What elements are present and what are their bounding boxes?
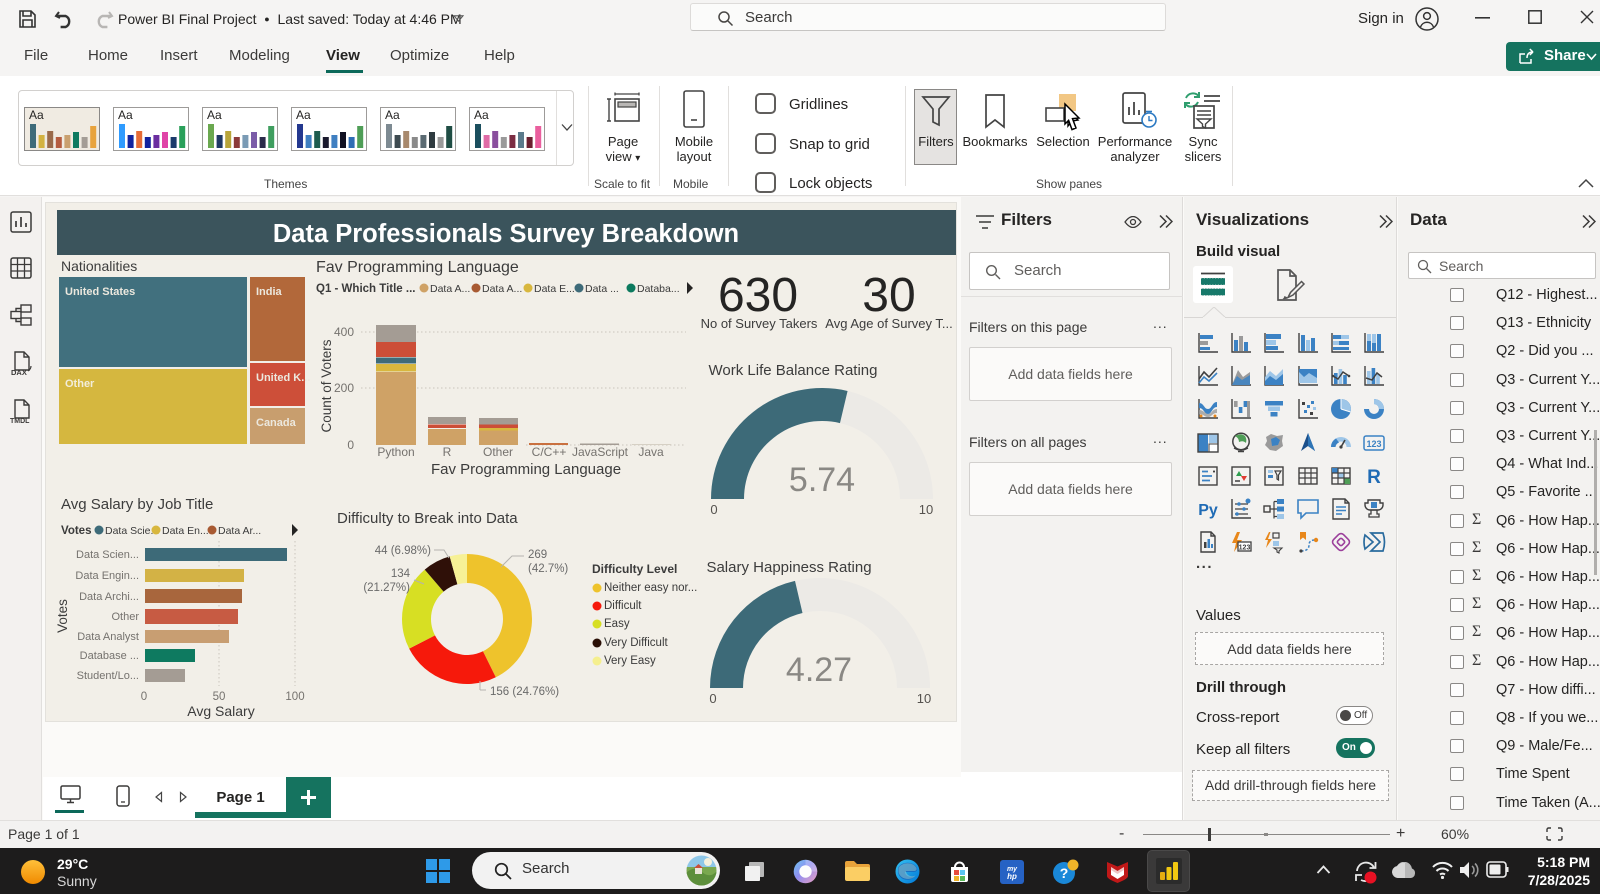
svg-text:134: 134	[391, 568, 411, 580]
svg-text:hp: hp	[1007, 872, 1017, 881]
svg-text:Nationalities: Nationalities	[61, 258, 137, 274]
svg-text:United K...: United K...	[256, 372, 310, 384]
svg-text:Other: Other	[111, 611, 139, 623]
svg-text:Student/Lo...: Student/Lo...	[77, 670, 139, 682]
svg-text:0: 0	[347, 438, 354, 452]
svg-text:Py: Py	[1198, 502, 1218, 519]
svg-text:Data Archi...: Data Archi...	[79, 591, 139, 603]
svg-text:Avg Age of Survey T...: Avg Age of Survey T...	[825, 316, 952, 331]
svg-text:United States: United States	[65, 286, 135, 298]
svg-text:Very Easy: Very Easy	[604, 655, 656, 667]
svg-text:Java: Java	[638, 445, 664, 459]
svg-text:Difficulty Level: Difficulty Level	[592, 562, 677, 576]
svg-text:200: 200	[334, 381, 354, 395]
svg-text:Count of Voters: Count of Voters	[319, 339, 334, 432]
svg-text:Difficult: Difficult	[604, 600, 642, 612]
svg-text:Other: Other	[65, 378, 95, 390]
svg-text:India: India	[256, 286, 283, 298]
svg-text:Q1 - Which Title ...: Q1 - Which Title ...	[316, 283, 415, 295]
svg-text:630: 630	[718, 269, 798, 322]
svg-text:Data ...: Data ...	[585, 283, 619, 295]
svg-text:Data Professionals Survey Brea: Data Professionals Survey Breakdown	[273, 220, 739, 248]
svg-text:156 (24.76%): 156 (24.76%)	[490, 686, 559, 698]
svg-text:C/C++: C/C++	[532, 445, 567, 459]
svg-text:0: 0	[710, 502, 717, 517]
svg-text:4.27: 4.27	[786, 651, 852, 689]
svg-text:Data E...: Data E...	[534, 283, 575, 295]
svg-text:JavaScript: JavaScript	[572, 445, 629, 459]
svg-text:Easy: Easy	[604, 618, 630, 630]
svg-text:50: 50	[213, 691, 226, 703]
svg-text:TMDL: TMDL	[10, 418, 30, 425]
svg-text:100: 100	[285, 691, 304, 703]
svg-text:(42.7%): (42.7%)	[528, 563, 568, 575]
svg-text:Very Difficult: Very Difficult	[604, 637, 669, 649]
svg-text:Neither easy nor...: Neither easy nor...	[604, 582, 697, 594]
svg-text:Data Ar...: Data Ar...	[218, 525, 261, 537]
svg-text:Python: Python	[377, 445, 414, 459]
svg-text:Database ...: Database ...	[80, 650, 139, 662]
svg-text:5.74: 5.74	[789, 461, 855, 499]
svg-text:R: R	[443, 445, 452, 459]
svg-text:Avg Salary: Avg Salary	[187, 703, 254, 719]
svg-text:(21.27%): (21.27%)	[363, 582, 410, 594]
svg-text:Data A...: Data A...	[482, 283, 522, 295]
svg-text:Other: Other	[483, 445, 513, 459]
svg-text:269: 269	[528, 549, 547, 561]
svg-text:Avg Salary by Job Title: Avg Salary by Job Title	[61, 496, 213, 513]
svg-text:Data A...: Data A...	[430, 283, 470, 295]
svg-text:Work Life Balance Rating: Work Life Balance Rating	[709, 362, 878, 379]
svg-text:10: 10	[919, 502, 933, 517]
svg-text:10: 10	[917, 691, 931, 706]
svg-text:Data En...: Data En...	[162, 525, 209, 537]
svg-text:Data Scien...: Data Scien...	[76, 549, 139, 561]
svg-text:Fav Programming Language: Fav Programming Language	[431, 461, 621, 478]
svg-text:Fav Programming Language: Fav Programming Language	[316, 259, 519, 276]
svg-text:Data Analyst: Data Analyst	[77, 631, 139, 643]
svg-text:Data Engin...: Data Engin...	[75, 570, 139, 582]
svg-text:30: 30	[862, 269, 915, 322]
svg-text:0: 0	[141, 691, 147, 703]
svg-text:Difficulty to Break into Data: Difficulty to Break into Data	[337, 510, 518, 527]
svg-text:44 (6.98%): 44 (6.98%)	[375, 545, 431, 557]
svg-text:123: 123	[1239, 545, 1251, 552]
svg-text:Data Scie...: Data Scie...	[105, 525, 159, 537]
svg-text:DAX: DAX	[11, 368, 27, 377]
svg-text:R: R	[1367, 467, 1381, 488]
svg-text:No of Survey Takers: No of Survey Takers	[701, 316, 818, 331]
svg-text:Votes: Votes	[61, 525, 91, 537]
svg-text:?: ?	[1060, 865, 1069, 881]
svg-text:Salary Happiness Rating: Salary Happiness Rating	[706, 559, 871, 576]
svg-text:Databa...: Databa...	[637, 283, 680, 295]
svg-text:123: 123	[1366, 439, 1381, 449]
svg-text:Votes: Votes	[55, 599, 70, 633]
svg-text:Canada: Canada	[256, 417, 297, 429]
svg-text:0: 0	[709, 691, 716, 706]
svg-text:400: 400	[334, 325, 354, 339]
